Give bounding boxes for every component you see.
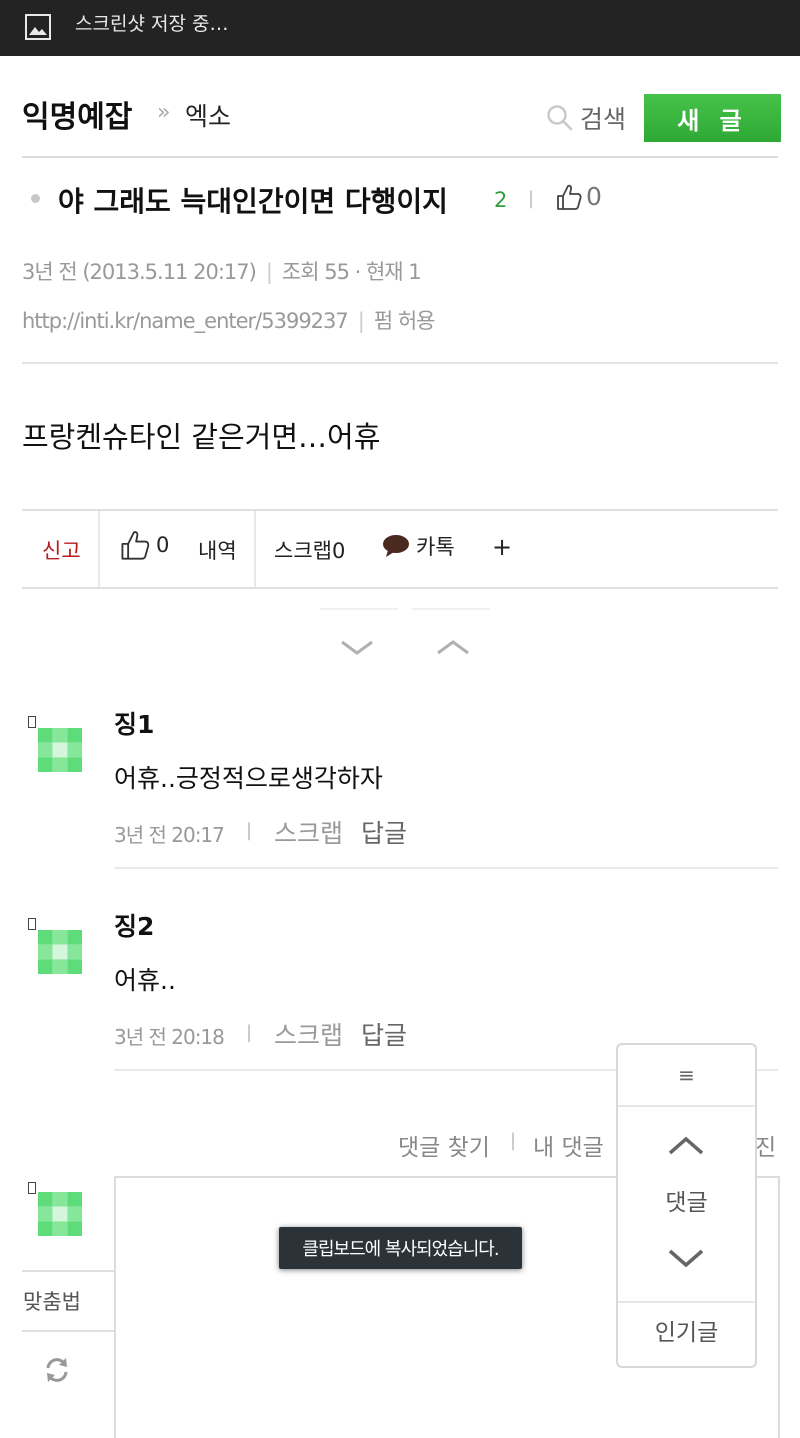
more-button[interactable]: +	[492, 533, 512, 561]
next-post-button[interactable]	[320, 608, 398, 660]
popular-posts-button[interactable]: 인기글	[618, 1313, 755, 1347]
post-title: 야 그래도 늑대인간이면 다행이지	[58, 185, 448, 218]
comment-time: 3년 전 20:18	[114, 1025, 225, 1049]
separator: |	[510, 1130, 517, 1151]
new-post-button[interactable]: 새 글	[644, 94, 781, 142]
separator: |	[246, 1022, 253, 1043]
comment-count[interactable]: 2	[494, 188, 507, 212]
chevron-down-icon[interactable]	[660, 1245, 712, 1275]
breadcrumb-separator: »	[157, 100, 171, 125]
divider	[618, 1105, 755, 1107]
avatar-marker	[28, 1182, 36, 1194]
post-views: 조회 55 · 현재 1	[281, 260, 422, 284]
post-link-meta: http://inti.kr/name_enter/5399237 | 펌 허용	[22, 309, 436, 333]
like-button[interactable]: 0	[120, 529, 169, 561]
scrap-button[interactable]: 스크랩0	[274, 535, 345, 565]
find-comment-link[interactable]: 댓글 찾기	[398, 1128, 490, 1162]
search-button[interactable]: 검색	[546, 98, 626, 138]
search-icon	[547, 105, 573, 131]
chevron-up-icon[interactable]	[660, 1129, 712, 1159]
menu-icon[interactable]: ≡	[618, 1045, 755, 1105]
avatar	[38, 1192, 82, 1236]
comment-author: 징1	[114, 710, 155, 739]
prev-post-button[interactable]	[412, 608, 490, 660]
speech-bubble-icon	[383, 535, 409, 557]
thumbs-up-icon	[121, 531, 150, 560]
divider	[98, 511, 100, 587]
kakao-label: 카톡	[416, 535, 455, 559]
site-brand[interactable]: 익명예잡	[22, 92, 132, 136]
post-meta: 3년 전 (2013.5.11 20:17) | 조회 55 · 현재 1	[22, 260, 422, 284]
separator: |	[246, 820, 253, 841]
status-bar: 스크린샷 저장 중…	[0, 0, 800, 56]
post-time: 3년 전 (2013.5.11 20:17)	[22, 260, 257, 284]
refresh-icon[interactable]	[42, 1355, 72, 1385]
chevron-down-icon	[341, 640, 373, 655]
comment-time: 3년 전 20:17	[114, 823, 225, 847]
chevron-up-icon	[437, 640, 469, 655]
comment-reply-button[interactable]: 답글	[361, 1016, 407, 1052]
like-count: 0	[156, 533, 170, 557]
post-body: 프랑켄슈타인 같은거면…어휴	[22, 420, 381, 454]
thumbs-up-icon	[557, 184, 582, 210]
divider	[22, 156, 778, 158]
title-bullet	[31, 194, 40, 203]
title-like-count: 0	[556, 182, 602, 211]
divider	[254, 511, 256, 587]
toast-message: 클립보드에 복사되었습니다.	[279, 1227, 522, 1269]
separator: |	[528, 188, 535, 209]
kakao-share-button[interactable]: 카톡	[382, 531, 455, 561]
post-action-bar: 신고 0 내역 스크랩0 카톡 +	[22, 509, 778, 589]
spellcheck-button[interactable]: 맞춤법	[23, 1286, 81, 1316]
avatar	[38, 930, 82, 974]
divider	[22, 362, 778, 364]
post-url[interactable]: http://inti.kr/name_enter/5399237	[22, 309, 349, 333]
avatar-marker	[28, 716, 36, 728]
divider	[114, 867, 778, 869]
comment-text: 어휴..긍정적으로생각하자	[114, 764, 383, 793]
comment-author: 징2	[114, 912, 155, 941]
divider	[22, 1330, 114, 1332]
status-text: 스크린샷 저장 중…	[75, 13, 229, 35]
comment-scrap-button[interactable]: 스크랩	[274, 814, 343, 850]
comments-nav-label: 댓글	[665, 1190, 708, 1216]
comment-scrap-button[interactable]: 스크랩	[274, 1016, 343, 1052]
avatar	[38, 728, 82, 772]
post-permission: 펌 허용	[373, 309, 436, 333]
divider	[618, 1301, 755, 1303]
like-count: 0	[586, 182, 602, 211]
search-label: 검색	[580, 105, 627, 134]
history-button[interactable]: 내역	[198, 535, 237, 565]
my-comments-link[interactable]: 내 댓글	[533, 1128, 604, 1162]
report-button[interactable]: 신고	[42, 535, 81, 565]
board-name[interactable]: 엑소	[185, 97, 231, 133]
comment-reply-button[interactable]: 답글	[361, 814, 407, 850]
truncated-link-text[interactable]: 진	[755, 1128, 776, 1162]
divider	[22, 1270, 114, 1272]
avatar-marker	[28, 918, 36, 930]
image-icon	[25, 14, 51, 40]
comment-text: 어휴..	[114, 966, 176, 995]
floating-nav-panel: ≡ 댓글 인기글	[616, 1043, 757, 1368]
